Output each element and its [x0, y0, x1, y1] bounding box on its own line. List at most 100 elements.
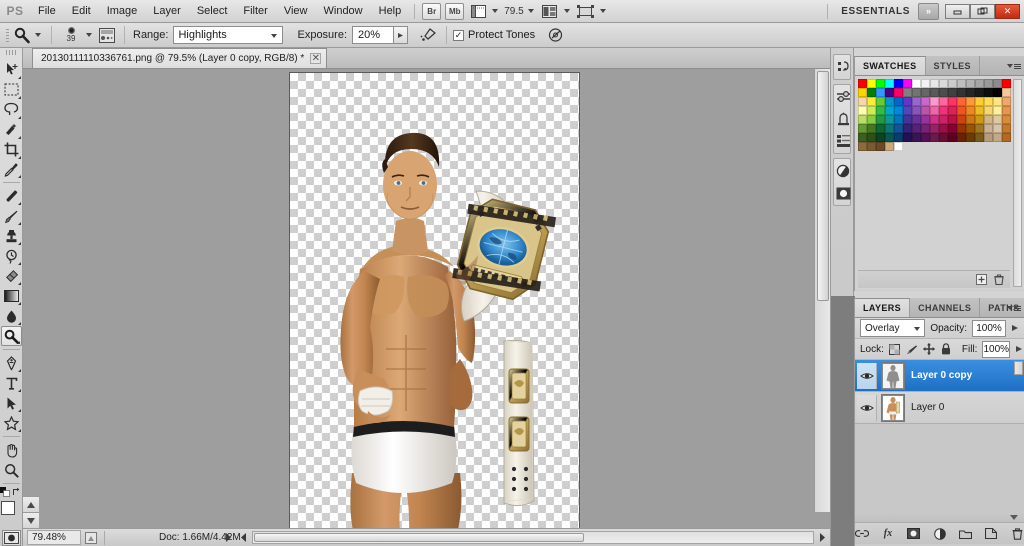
brush-preset-picker[interactable]: 39: [58, 27, 84, 43]
eyedropper-tool[interactable]: [1, 160, 22, 180]
swatch-cell[interactable]: [975, 106, 984, 115]
layers-list[interactable]: Layer 0 copy Layer 0: [855, 360, 1024, 512]
range-chevron-down-icon[interactable]: [271, 34, 278, 38]
canvas-scroll-down-arrow[interactable]: [23, 512, 39, 528]
view-extras-chevron-down-icon[interactable]: [492, 9, 499, 13]
screen-mode-icon[interactable]: [575, 3, 597, 20]
swap-colors-icon[interactable]: [12, 487, 22, 497]
new-adjustment-layer-icon[interactable]: [933, 527, 947, 541]
swatch-cell[interactable]: [993, 115, 1002, 124]
document-tab[interactable]: 20130111110336761.png @ 79.5% (Layer 0 c…: [32, 48, 328, 68]
swatch-cell[interactable]: [1002, 106, 1011, 115]
canvas-horizontal-scroll-thumb[interactable]: [254, 533, 584, 542]
marquee-tool[interactable]: [1, 80, 22, 100]
styles-icon[interactable]: [834, 108, 852, 130]
swatch-cell[interactable]: [939, 79, 948, 88]
gradient-tool-flyout-icon[interactable]: [17, 302, 21, 306]
expand-workspaces-button[interactable]: »: [918, 2, 939, 20]
layer-visibility-toggle-eye-icon[interactable]: [857, 362, 877, 389]
swatch-cell[interactable]: [894, 79, 903, 88]
blend-mode-select[interactable]: Overlay: [860, 319, 926, 337]
swatch-cell[interactable]: [858, 133, 867, 142]
swatch-cell[interactable]: [858, 142, 867, 151]
swatch-cell[interactable]: [993, 133, 1002, 142]
new-swatch-icon[interactable]: [976, 274, 987, 285]
close-button[interactable]: ✕: [995, 3, 1020, 19]
fill-input[interactable]: 100%: [982, 340, 1011, 358]
swatch-cell[interactable]: [975, 88, 984, 97]
swatch-cell[interactable]: [966, 88, 975, 97]
swatch-cell[interactable]: [948, 124, 957, 133]
swatch-cell[interactable]: [993, 79, 1002, 88]
tools-panel-grip[interactable]: [4, 50, 18, 57]
swatch-cell[interactable]: [876, 133, 885, 142]
brush-chevron-down-icon[interactable]: [86, 33, 92, 37]
default-colors-icon[interactable]: [0, 486, 10, 497]
new-group-icon[interactable]: [958, 527, 973, 541]
document-tab-close-icon[interactable]: ✕: [310, 53, 322, 64]
restore-button[interactable]: [970, 3, 995, 19]
canvas-scroll-up-arrow[interactable]: [23, 496, 39, 512]
swatch-cell[interactable]: [903, 124, 912, 133]
swatch-cell[interactable]: [858, 88, 867, 97]
menu-file[interactable]: File: [30, 0, 64, 23]
swatch-cell[interactable]: [885, 133, 894, 142]
swatch-cell[interactable]: [867, 106, 876, 115]
swatch-cell[interactable]: [948, 133, 957, 142]
arrange-chevron-down-icon[interactable]: [563, 9, 570, 13]
swatch-cell[interactable]: [921, 124, 930, 133]
swatch-cell[interactable]: [966, 124, 975, 133]
layer-row-layer-0-copy[interactable]: Layer 0 copy: [855, 360, 1024, 392]
swatch-cell[interactable]: [957, 106, 966, 115]
clone-stamp-tool-flyout-icon[interactable]: [17, 242, 21, 246]
canvas-vertical-scrollbar[interactable]: [814, 69, 830, 512]
swatch-cell[interactable]: [903, 133, 912, 142]
swatch-cell[interactable]: [885, 79, 894, 88]
layer-thumbnail[interactable]: [881, 361, 905, 390]
pen-tool-flyout-icon[interactable]: [17, 369, 21, 373]
swatch-cell[interactable]: [903, 115, 912, 124]
swatch-cell[interactable]: [957, 97, 966, 106]
swatch-cell[interactable]: [858, 97, 867, 106]
layer-visibility-toggle-eye-icon[interactable]: [857, 394, 877, 421]
zoom-tool[interactable]: [1, 460, 22, 480]
launch-mini-bridge-button[interactable]: Mb: [445, 2, 465, 20]
current-tool-dodge-icon[interactable]: [11, 25, 33, 45]
swatch-cell[interactable]: [921, 97, 930, 106]
new-layer-icon[interactable]: [984, 527, 998, 541]
layer-row-layer-0[interactable]: Layer 0: [855, 392, 1024, 424]
swatch-cell[interactable]: [984, 124, 993, 133]
swatch-cell[interactable]: [876, 124, 885, 133]
link-layers-icon[interactable]: [855, 527, 870, 541]
swatch-cell[interactable]: [885, 124, 894, 133]
swatch-cell[interactable]: [930, 133, 939, 142]
zoom-chevron-down-icon[interactable]: [527, 9, 534, 13]
swatch-cell[interactable]: [894, 88, 903, 97]
swatch-cell[interactable]: [903, 106, 912, 115]
swatch-cell[interactable]: [930, 124, 939, 133]
swatch-cell[interactable]: [984, 133, 993, 142]
swatch-cell[interactable]: [885, 142, 894, 151]
launch-bridge-button[interactable]: Br: [422, 2, 442, 20]
swatch-cell[interactable]: [876, 106, 885, 115]
swatch-cell[interactable]: [975, 97, 984, 106]
swatch-cell[interactable]: [930, 88, 939, 97]
swatch-cell[interactable]: [948, 97, 957, 106]
menu-edit[interactable]: Edit: [64, 0, 99, 23]
blend-mode-chevron-down-icon[interactable]: [914, 327, 921, 331]
canvas-area[interactable]: [23, 69, 830, 528]
swatch-cell[interactable]: [858, 79, 867, 88]
clone-stamp-tool[interactable]: [1, 226, 22, 246]
swatch-cell[interactable]: [894, 142, 903, 151]
swatch-cell[interactable]: [957, 124, 966, 133]
swatch-cell[interactable]: [930, 106, 939, 115]
path-selection-tool[interactable]: [1, 393, 22, 413]
dodge-tool-flyout-icon[interactable]: [16, 341, 20, 345]
history-icon[interactable]: [834, 56, 852, 78]
add-layer-style-icon[interactable]: fx: [881, 527, 895, 541]
mask-icon[interactable]: [834, 182, 852, 204]
swatch-cell[interactable]: [1002, 124, 1011, 133]
swatch-cell[interactable]: [921, 79, 930, 88]
swatch-cell[interactable]: [939, 97, 948, 106]
swatch-cell[interactable]: [912, 115, 921, 124]
